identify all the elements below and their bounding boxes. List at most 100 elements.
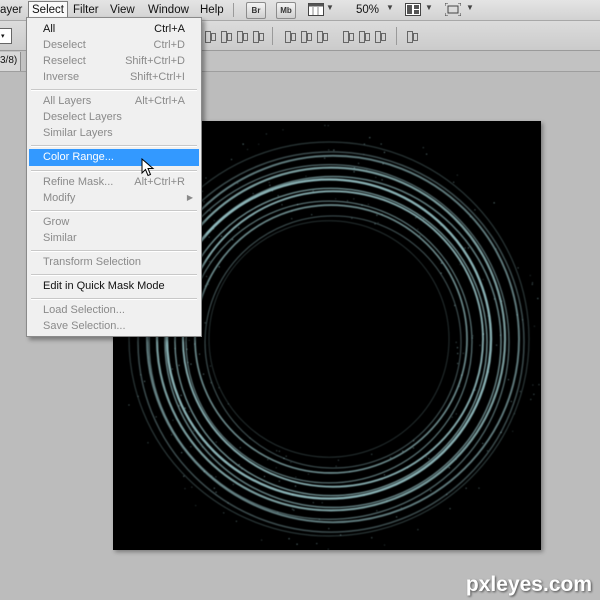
- ring-particle: [296, 544, 297, 545]
- ring-particle: [276, 467, 277, 468]
- ring-particle: [281, 204, 282, 205]
- menu-item-label: Edit in Quick Mask Mode: [43, 278, 165, 294]
- menu-layer[interactable]: ayer: [0, 3, 22, 17]
- menu-item-inverse[interactable]: Inverse Shift+Ctrl+I: [29, 69, 199, 85]
- ring-particle: [455, 459, 456, 460]
- ring-particle: [216, 223, 217, 224]
- ring-particle: [140, 374, 141, 375]
- ring-particle: [335, 198, 336, 199]
- ring-particle: [190, 446, 191, 447]
- screen-mode-icon: [445, 3, 461, 16]
- menu-item-all-layers[interactable]: All Layers Alt+Ctrl+A: [29, 93, 199, 109]
- ring-particle: [313, 190, 314, 191]
- watermark: pxleyes.com: [466, 573, 592, 597]
- menu-item-save-selection[interactable]: Save Selection...: [29, 318, 199, 334]
- ring-particle: [241, 468, 242, 469]
- ring-particle: [363, 495, 364, 496]
- tool-preset-picker[interactable]: ▾: [0, 28, 12, 44]
- ring-particle: [358, 163, 359, 164]
- ring-particle: [382, 163, 383, 164]
- menu-filter[interactable]: Filter: [73, 3, 99, 17]
- ring-particle: [172, 420, 173, 421]
- view-extras-button[interactable]: [308, 3, 324, 16]
- menu-window[interactable]: Window: [148, 3, 189, 17]
- ring-particle: [328, 528, 329, 529]
- menu-view[interactable]: View: [110, 3, 135, 17]
- menu-item-deselect-layers[interactable]: Deselect Layers: [29, 109, 199, 125]
- ring-particle: [415, 217, 416, 218]
- ring-particle: [328, 125, 329, 126]
- ring-particle: [237, 183, 238, 184]
- menu-item-transform-selection[interactable]: Transform Selection: [29, 254, 199, 270]
- menu-separator: [31, 210, 197, 212]
- distribute-bottom-icon[interactable]: [316, 30, 328, 42]
- ring-particle: [292, 494, 293, 495]
- ring-particle: [322, 502, 323, 503]
- distribute-center-icon[interactable]: [358, 30, 370, 42]
- ring-particle: [316, 543, 317, 544]
- menu-item-refine-mask[interactable]: Refine Mask... Alt+Ctrl+R: [29, 174, 199, 190]
- ring-particle: [204, 471, 205, 472]
- distribute-right-icon[interactable]: [374, 30, 386, 42]
- auto-align-layers-icon[interactable]: [406, 30, 418, 42]
- ring-particle: [382, 179, 383, 180]
- align-bottom-icon[interactable]: [252, 30, 264, 42]
- ring-particle: [511, 401, 512, 402]
- arrange-documents-button[interactable]: [405, 3, 421, 16]
- ring-particle: [483, 333, 484, 334]
- ring-particle: [305, 176, 306, 177]
- menu-item-color-range[interactable]: Color Range...: [29, 149, 199, 166]
- zoom-level[interactable]: 50%: [356, 3, 379, 17]
- menu-item-label: Reselect: [43, 53, 86, 69]
- menu-item-reselect[interactable]: Reselect Shift+Ctrl+D: [29, 53, 199, 69]
- ring-particle: [384, 544, 385, 545]
- ring-particle: [282, 129, 283, 130]
- menubar-divider: [233, 3, 234, 17]
- ring-particle: [195, 505, 196, 506]
- ring-particle: [459, 386, 460, 387]
- ring-particle: [324, 158, 325, 159]
- ring-particle: [501, 432, 502, 433]
- ring-particle: [457, 353, 458, 354]
- document-tab[interactable]: 3/8): [0, 52, 21, 71]
- menu-item-similar[interactable]: Similar: [29, 230, 199, 246]
- menu-item-all[interactable]: All Ctrl+A: [29, 21, 199, 37]
- menu-item-load-selection[interactable]: Load Selection...: [29, 302, 199, 318]
- align-top-icon[interactable]: [220, 30, 232, 42]
- distribute-top-icon[interactable]: [284, 30, 296, 42]
- ring-particle: [216, 492, 217, 493]
- ring-particle: [211, 475, 212, 476]
- ring-particle: [382, 214, 383, 215]
- ring-particle: [210, 365, 211, 366]
- menu-item-similar-layers[interactable]: Similar Layers: [29, 125, 199, 141]
- ring-particle: [333, 150, 334, 151]
- ring-particle: [216, 441, 217, 442]
- ring-particle: [232, 239, 233, 240]
- distribute-middle-icon[interactable]: [300, 30, 312, 42]
- ring-particle: [205, 322, 206, 323]
- align-left-icon[interactable]: [204, 30, 216, 42]
- align-center-icon[interactable]: [236, 30, 248, 42]
- ring-particle: [267, 459, 268, 460]
- menu-help[interactable]: Help: [200, 3, 224, 17]
- ring-particle: [353, 198, 354, 199]
- bridge-button[interactable]: Br: [246, 2, 266, 19]
- ring-particle: [225, 461, 226, 462]
- ring-particle: [407, 467, 408, 468]
- ring-particle: [482, 279, 483, 280]
- menu-item-grow[interactable]: Grow: [29, 214, 199, 230]
- ring-particle: [207, 445, 208, 446]
- menu-item-deselect[interactable]: Deselect Ctrl+D: [29, 37, 199, 53]
- ring-particle: [457, 363, 458, 364]
- ring-particle: [353, 171, 354, 172]
- menu-item-quick-mask[interactable]: Edit in Quick Mask Mode: [29, 278, 199, 294]
- screen-mode-button[interactable]: [445, 3, 461, 16]
- ring-particle: [214, 488, 215, 489]
- mini-bridge-button[interactable]: Mb: [276, 2, 296, 19]
- ring-particle: [189, 340, 190, 341]
- menu-item-modify[interactable]: Modify ▶: [29, 190, 199, 206]
- distribute-left-icon[interactable]: [342, 30, 354, 42]
- ring-particle: [426, 456, 427, 457]
- ring-particle: [278, 195, 279, 196]
- ring-particle: [478, 487, 479, 488]
